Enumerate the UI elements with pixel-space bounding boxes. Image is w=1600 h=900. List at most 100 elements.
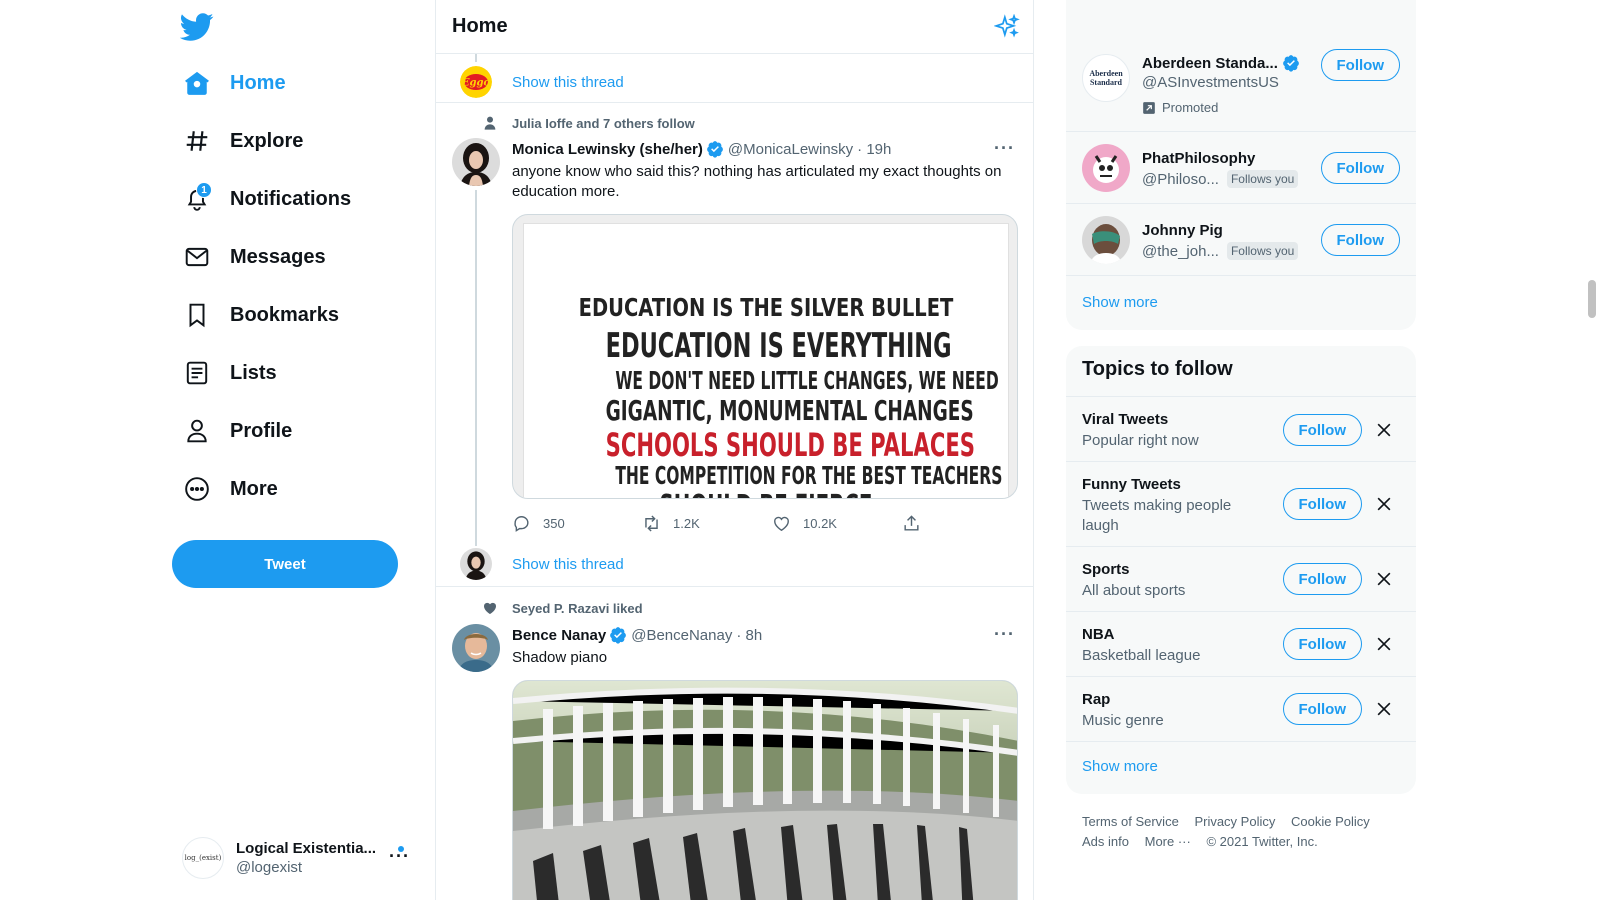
monica-small-avatar — [460, 548, 492, 580]
bell-icon: 1 — [180, 182, 214, 216]
nav-messages[interactable]: Messages — [180, 237, 326, 277]
topic-row[interactable]: Sports All about sports Follow — [1066, 546, 1416, 611]
topics-title: Topics to follow — [1082, 358, 1233, 380]
scrollbar-thumb[interactable] — [1588, 280, 1596, 318]
topic-title: Sports — [1082, 561, 1130, 578]
follow-button[interactable]: Follow — [1320, 224, 1400, 256]
heart-filled-icon — [484, 602, 496, 614]
twitter-logo-icon[interactable] — [180, 10, 214, 44]
topic-title: Rap — [1082, 691, 1111, 708]
person-icon — [180, 414, 214, 448]
topic-row[interactable]: Viral Tweets Popular right now Follow — [1066, 396, 1416, 461]
bookmark-icon — [180, 298, 214, 332]
follow-topic-button[interactable]: Follow — [1282, 628, 1362, 660]
close-icon[interactable] — [1374, 634, 1394, 654]
follow-button[interactable]: Follow — [1320, 152, 1400, 184]
follow-button[interactable]: Follow — [1320, 49, 1400, 81]
suggestion-name: Johnny Pig — [1142, 222, 1223, 239]
poster-line: WE DON'T NEED LITTLE CHANGES, WE NEED — [615, 366, 999, 395]
tweet-image[interactable] — [512, 680, 1018, 900]
tweet-text: Shadow piano — [512, 649, 608, 666]
tweet-button[interactable]: Tweet — [172, 540, 398, 588]
show-thread-row[interactable]: Eggo Show this thread — [436, 58, 1033, 104]
like-button[interactable]: 10.2K — [772, 512, 902, 534]
show-more-link[interactable]: Show more — [1082, 294, 1158, 311]
nav-explore[interactable]: Explore — [180, 121, 303, 161]
topic-row[interactable]: Funny Tweets Tweets making people laugh … — [1066, 461, 1416, 546]
footer-more-link[interactable]: More ··· — [1145, 832, 1191, 852]
monica-avatar[interactable] — [452, 138, 500, 186]
close-icon[interactable] — [1374, 569, 1394, 589]
social-context-text: Seyed P. Razavi liked — [512, 601, 643, 616]
footer-links: Terms of Service Privacy Policy Cookie P… — [1082, 812, 1402, 852]
tweet-time[interactable]: · 8h — [736, 627, 762, 644]
ads-info-link[interactable]: Ads info — [1082, 832, 1129, 852]
follow-topic-button[interactable]: Follow — [1282, 563, 1362, 595]
terms-link[interactable]: Terms of Service — [1082, 812, 1179, 832]
follow-suggestion[interactable]: Aberdeen Standard Aberdeen Standa... @AS… — [1066, 49, 1416, 132]
who-to-follow-panel: Aberdeen Standard Aberdeen Standa... @AS… — [1066, 0, 1416, 330]
close-icon[interactable] — [1374, 699, 1394, 719]
bence-avatar[interactable] — [452, 624, 500, 672]
nav-profile[interactable]: Profile — [180, 411, 292, 451]
follow-topic-button[interactable]: Follow — [1282, 414, 1362, 446]
tweet-time[interactable]: · 19h — [857, 141, 891, 158]
account-handle: @logexist — [236, 859, 303, 876]
svg-text:Eggo: Eggo — [461, 78, 491, 89]
topic-title: Funny Tweets — [1082, 476, 1181, 493]
show-thread-row[interactable]: Show this thread — [436, 540, 1033, 586]
show-thread-link[interactable]: Show this thread — [512, 556, 624, 573]
tweet-header: Bence Nanay @BenceNanay · 8h — [512, 626, 762, 644]
right-sidebar: Aberdeen Standard Aberdeen Standa... @AS… — [1034, 0, 1416, 900]
nav-home[interactable]: Home — [180, 63, 286, 103]
social-context: Seyed P. Razavi liked — [484, 601, 643, 616]
tweet-more-icon[interactable]: ··· — [994, 138, 1015, 159]
show-more-link[interactable]: Show more — [1082, 758, 1158, 775]
privacy-link[interactable]: Privacy Policy — [1194, 812, 1275, 832]
notification-badge: 1 — [196, 182, 212, 198]
more-dots-icon[interactable]: ··· — [389, 846, 410, 867]
shadow-piano-photo — [513, 681, 1017, 900]
nav-bookmarks[interactable]: Bookmarks — [180, 295, 339, 335]
tweet-text: anyone know who said this? nothing has a… — [512, 163, 1002, 200]
follow-suggestion[interactable]: Johnny Pig @the_joh... Follows you Follo… — [1066, 204, 1416, 276]
reply-button[interactable]: 350 — [512, 512, 642, 534]
social-context: Julia Ioffe and 7 others follow — [484, 116, 695, 131]
like-count: 10.2K — [803, 515, 837, 531]
topic-title: NBA — [1082, 626, 1115, 643]
topic-subtitle: Popular right now — [1082, 432, 1199, 449]
close-icon[interactable] — [1374, 420, 1394, 440]
page-scrollbar[interactable] — [1584, 0, 1600, 900]
suggestion-handle: @Philoso... Follows you — [1142, 170, 1299, 188]
home-icon — [180, 66, 214, 100]
follow-topic-button[interactable]: Follow — [1282, 488, 1362, 520]
nav-label: Lists — [230, 361, 277, 384]
share-button[interactable] — [902, 512, 942, 534]
retweet-button[interactable]: 1.2K — [642, 512, 772, 534]
nav-more[interactable]: More — [180, 469, 278, 509]
author-name[interactable]: Monica Lewinsky (she/her) — [512, 141, 703, 158]
cookie-link[interactable]: Cookie Policy — [1291, 812, 1370, 832]
close-icon[interactable] — [1374, 494, 1394, 514]
reply-icon — [514, 515, 529, 532]
nav-notifications[interactable]: 1 Notifications — [180, 179, 351, 219]
topic-row[interactable]: Rap Music genre Follow — [1066, 676, 1416, 741]
author-name[interactable]: Bence Nanay — [512, 627, 606, 644]
thread-line — [475, 190, 477, 546]
follow-suggestion[interactable]: PhatPhilosophy @Philoso... Follows you F… — [1066, 132, 1416, 204]
sparkle-icon[interactable] — [994, 14, 1020, 40]
verified-badge-icon — [707, 141, 723, 158]
nav-label: More — [230, 477, 278, 500]
tweet-image[interactable]: EDUCATION IS THE SILVER BULLET EDUCATION… — [512, 214, 1018, 499]
hashtag-icon — [180, 124, 214, 158]
follow-topic-button[interactable]: Follow — [1282, 693, 1362, 725]
poster-line: SHOULD BE FIERCE — [606, 489, 927, 498]
nav-lists[interactable]: Lists — [180, 353, 277, 393]
topic-row[interactable]: NBA Basketball league Follow — [1066, 611, 1416, 676]
account-switcher[interactable]: log_(exist) Logical Existentia... @logex… — [182, 832, 422, 884]
poster-line: EDUCATION IS EVERYTHING — [605, 326, 952, 366]
author-handle[interactable]: @MonicaLewinsky — [728, 141, 853, 158]
tweet-more-icon[interactable]: ··· — [994, 624, 1015, 645]
author-handle[interactable]: @BenceNanay — [631, 627, 732, 644]
show-thread-link[interactable]: Show this thread — [512, 74, 624, 91]
